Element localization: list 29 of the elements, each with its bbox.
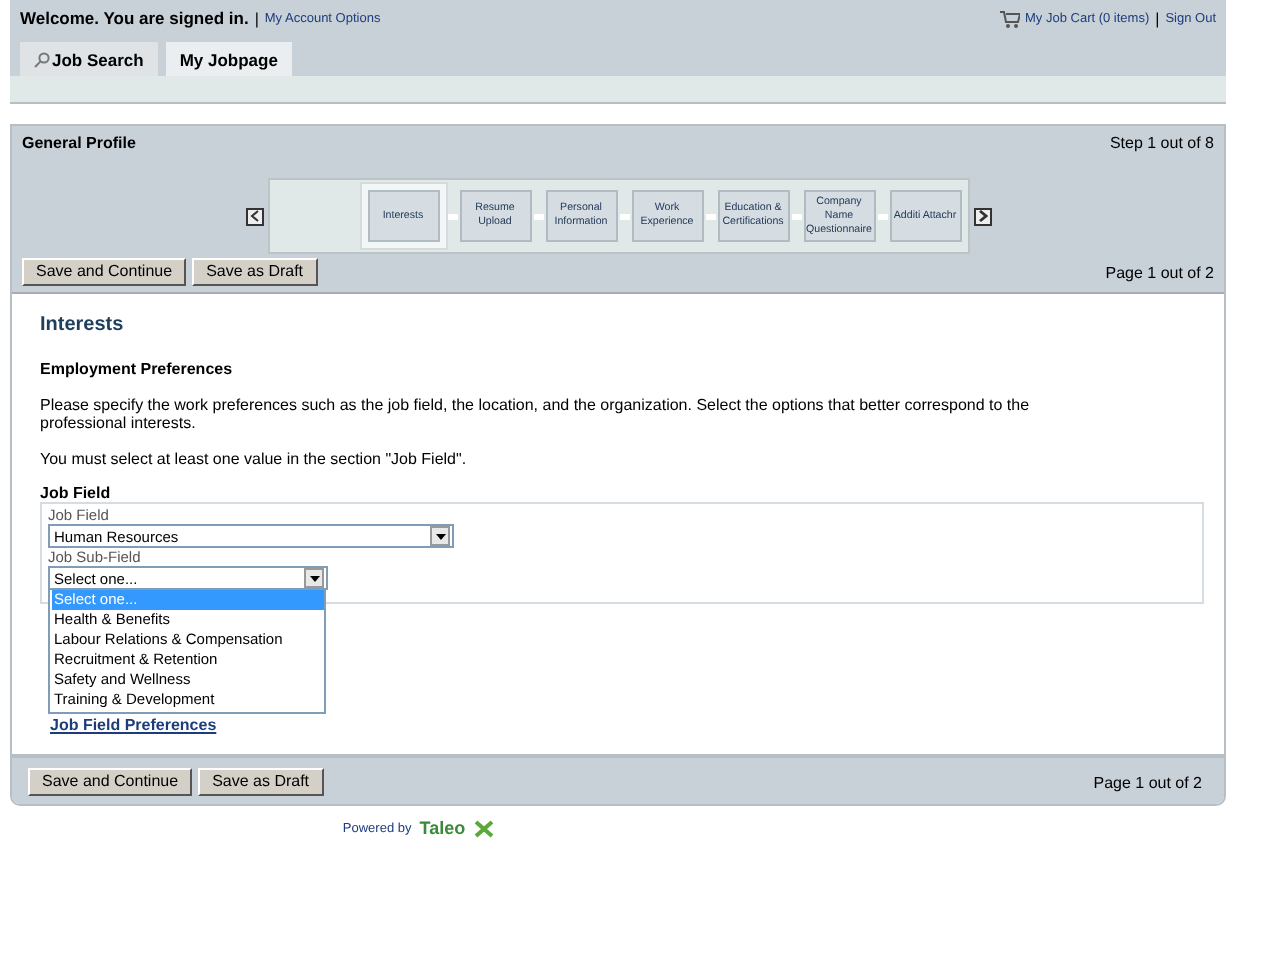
- separator: |: [254, 9, 259, 27]
- step-counter: Step 1 out of 8: [1109, 134, 1214, 152]
- panel-title: General Profile: [22, 134, 136, 152]
- search-icon: [34, 51, 50, 67]
- intro-text: Please specify the work preferences such as the job field, the location, and the organization. Select the options that better correspond to the professional interests.: [40, 396, 1032, 432]
- nav-tab[interactable]: My Jobpage: [165, 42, 292, 76]
- x-mark-icon: [473, 819, 494, 837]
- chevron-left-icon: [249, 210, 259, 222]
- scroll-left-button[interactable]: [245, 207, 263, 225]
- cart-icon: [999, 9, 1019, 27]
- section-heading: Interests: [40, 314, 126, 336]
- welcome-text: Welcome. You are signed in.: [20, 8, 249, 28]
- note-text: You must select at least one value in the section "Job Field".: [40, 450, 469, 468]
- subheading: Employment Preferences: [40, 360, 235, 378]
- page-counter: Page 1 out of 2: [1093, 773, 1202, 791]
- form-button[interactable]: Save as Draft: [192, 258, 318, 286]
- dropdown-icon: [309, 575, 319, 581]
- form-button[interactable]: Save and Continue: [22, 258, 187, 286]
- brand-logo: Taleo: [419, 818, 466, 838]
- form-button[interactable]: Save and Continue: [28, 768, 193, 796]
- nav-tab[interactable]: Job Search: [20, 42, 158, 76]
- group-label: Job Field: [40, 484, 113, 502]
- form-button[interactable]: Save as Draft: [198, 768, 324, 796]
- chevron-right-icon: [977, 210, 987, 222]
- dropdown-icon: [435, 533, 445, 539]
- scroll-right-button[interactable]: [973, 207, 991, 225]
- separator: |: [1155, 9, 1160, 27]
- preferences-link[interactable]: Job Field Preferences: [50, 716, 217, 734]
- page-counter: Page 1 out of 2: [1105, 263, 1214, 281]
